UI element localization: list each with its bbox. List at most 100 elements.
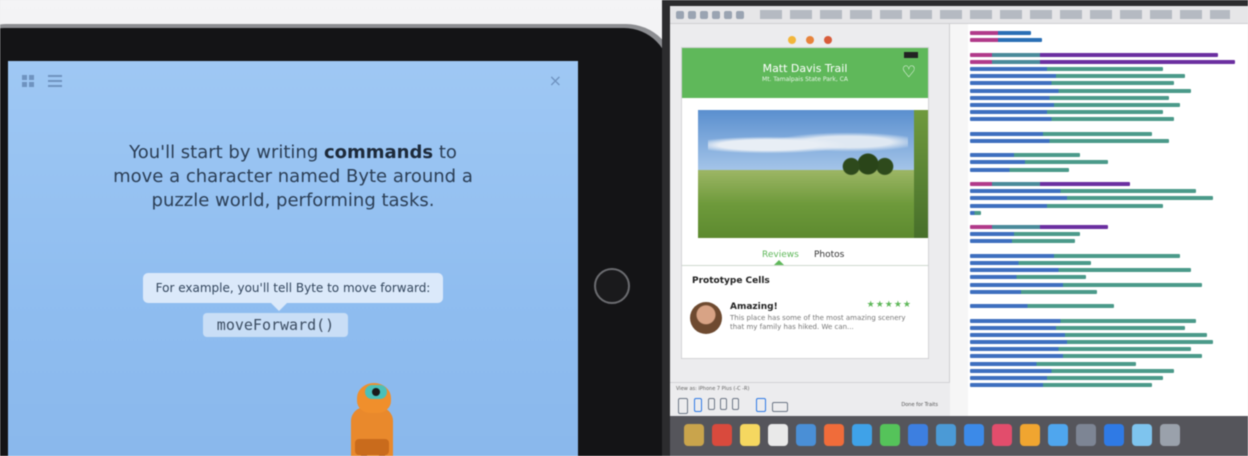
code-line <box>970 361 1136 366</box>
code-line <box>970 110 1164 115</box>
grid-icon[interactable] <box>22 75 34 87</box>
code-line <box>970 253 1180 258</box>
code-line <box>970 38 1042 43</box>
code-line <box>970 59 1235 64</box>
avatar <box>690 302 722 334</box>
code-line <box>970 102 1180 107</box>
code-line <box>970 383 1153 388</box>
ipad-screen: × You'll start by writing commands to mo… <box>8 61 578 456</box>
intro-line-3: puzzle world, performing tasks. <box>151 190 435 211</box>
dock-app-icon[interactable] <box>880 424 900 446</box>
dock-app-icon[interactable] <box>824 424 844 446</box>
nav-bar: Matt Davis Trail Mt. Tamalpais State Par… <box>682 48 928 98</box>
trail-photo <box>698 110 928 238</box>
ipad-toolbar <box>22 75 62 87</box>
code-line <box>970 289 1097 294</box>
device-icon[interactable] <box>772 402 788 412</box>
dock-app-icon[interactable] <box>768 424 788 446</box>
ipad: × You'll start by writing commands to mo… <box>0 28 670 456</box>
code-line <box>970 95 1169 100</box>
phone-mockup[interactable]: Matt Davis Trail Mt. Tamalpais State Par… <box>682 48 928 358</box>
battery-icon <box>904 52 918 58</box>
example-bubble: For example, you'll tell Byte to move fo… <box>143 273 443 311</box>
code-line <box>970 282 1202 287</box>
code-line <box>970 340 1213 345</box>
dock-app-icon[interactable] <box>712 424 732 446</box>
dock-app-icon[interactable] <box>740 424 760 446</box>
dock-app-icon[interactable] <box>684 424 704 446</box>
code-lines <box>970 28 1246 390</box>
dock-app-icon[interactable] <box>1076 424 1096 446</box>
dock-app-icon[interactable] <box>936 424 956 446</box>
code-line <box>970 117 1175 122</box>
intro-text: You'll start by writing commands to move… <box>8 141 578 213</box>
intro-line-1: You'll start by writing commands to <box>129 142 457 163</box>
code-line <box>970 167 1070 172</box>
photo-strip <box>914 110 928 238</box>
code-line <box>970 332 1208 337</box>
code-line <box>970 368 1175 373</box>
code-line <box>970 239 1075 244</box>
code-line <box>970 196 1213 201</box>
device-icon[interactable] <box>720 398 727 410</box>
code-line <box>970 74 1186 79</box>
code-line <box>970 81 1175 86</box>
code-example: moveForward() <box>203 313 348 337</box>
intro-line-2: move a character named Byte around a <box>113 166 473 187</box>
nav-subtitle: Mt. Tamalpais State Park, CA <box>762 76 848 83</box>
device-icon[interactable] <box>694 398 702 412</box>
review-cell[interactable]: Amazing! ★★★★★ This place has some of th… <box>690 300 920 344</box>
close-icon[interactable]: × <box>549 71 562 90</box>
byte-character <box>343 381 403 456</box>
home-button <box>594 268 630 304</box>
dock-app-icon[interactable] <box>1104 424 1124 446</box>
dock-app-icon[interactable] <box>1020 424 1040 446</box>
dock-app-icon[interactable] <box>1048 424 1068 446</box>
device-icon[interactable] <box>708 398 715 410</box>
done-button[interactable]: Done for Traits <box>901 402 938 408</box>
dock-app-icon[interactable] <box>964 424 984 446</box>
dock-app-icon[interactable] <box>796 424 816 446</box>
code-editor[interactable] <box>950 24 1248 416</box>
device-icon[interactable] <box>732 398 739 410</box>
byte-shorts <box>355 439 389 455</box>
dock-app-icon[interactable] <box>852 424 872 446</box>
device-picker: Done for Traits <box>670 394 950 416</box>
scene-dots <box>788 36 832 44</box>
code-line <box>970 275 1086 280</box>
code-line <box>970 325 1186 330</box>
review-text: This place has some of the most amazing … <box>730 314 906 331</box>
intro-bold: commands <box>323 142 434 163</box>
dock-app-icon[interactable] <box>1132 424 1152 446</box>
view-as-bar[interactable]: View as: iPhone 7 Plus (-C -R) <box>670 382 950 394</box>
code-line <box>970 160 1108 165</box>
breadcrumb <box>760 10 1230 19</box>
code-line <box>970 225 1108 230</box>
device-icon[interactable] <box>678 398 688 414</box>
tab-reviews[interactable]: Reviews <box>762 250 799 260</box>
xcode-toolbar <box>670 6 1248 24</box>
mac-display: Matt Davis Trail Mt. Tamalpais State Par… <box>662 0 1248 456</box>
code-line <box>970 318 1197 323</box>
list-icon[interactable] <box>48 75 62 87</box>
code-line <box>970 304 1114 309</box>
dock-app-icon[interactable] <box>908 424 928 446</box>
tab-indicator <box>774 260 784 265</box>
dock-app-icon[interactable] <box>992 424 1012 446</box>
code-line <box>970 347 1191 352</box>
dock <box>670 416 1248 456</box>
storyboard-canvas: Matt Davis Trail Mt. Tamalpais State Par… <box>670 24 950 416</box>
dock-app-icon[interactable] <box>1160 424 1180 446</box>
code-line <box>970 376 1164 380</box>
heart-icon[interactable]: ♡ <box>902 62 916 81</box>
code-line <box>970 181 1131 186</box>
device-icon[interactable] <box>756 398 766 412</box>
segmented-tabs: Reviews Photos <box>682 244 928 266</box>
rating-stars: ★★★★★ <box>866 300 912 310</box>
code-line <box>970 138 1169 143</box>
code-line <box>970 354 1202 359</box>
code-line <box>970 189 1197 194</box>
code-line <box>970 210 982 215</box>
tab-photos[interactable]: Photos <box>814 250 844 260</box>
review-title: Amazing! <box>730 302 778 312</box>
